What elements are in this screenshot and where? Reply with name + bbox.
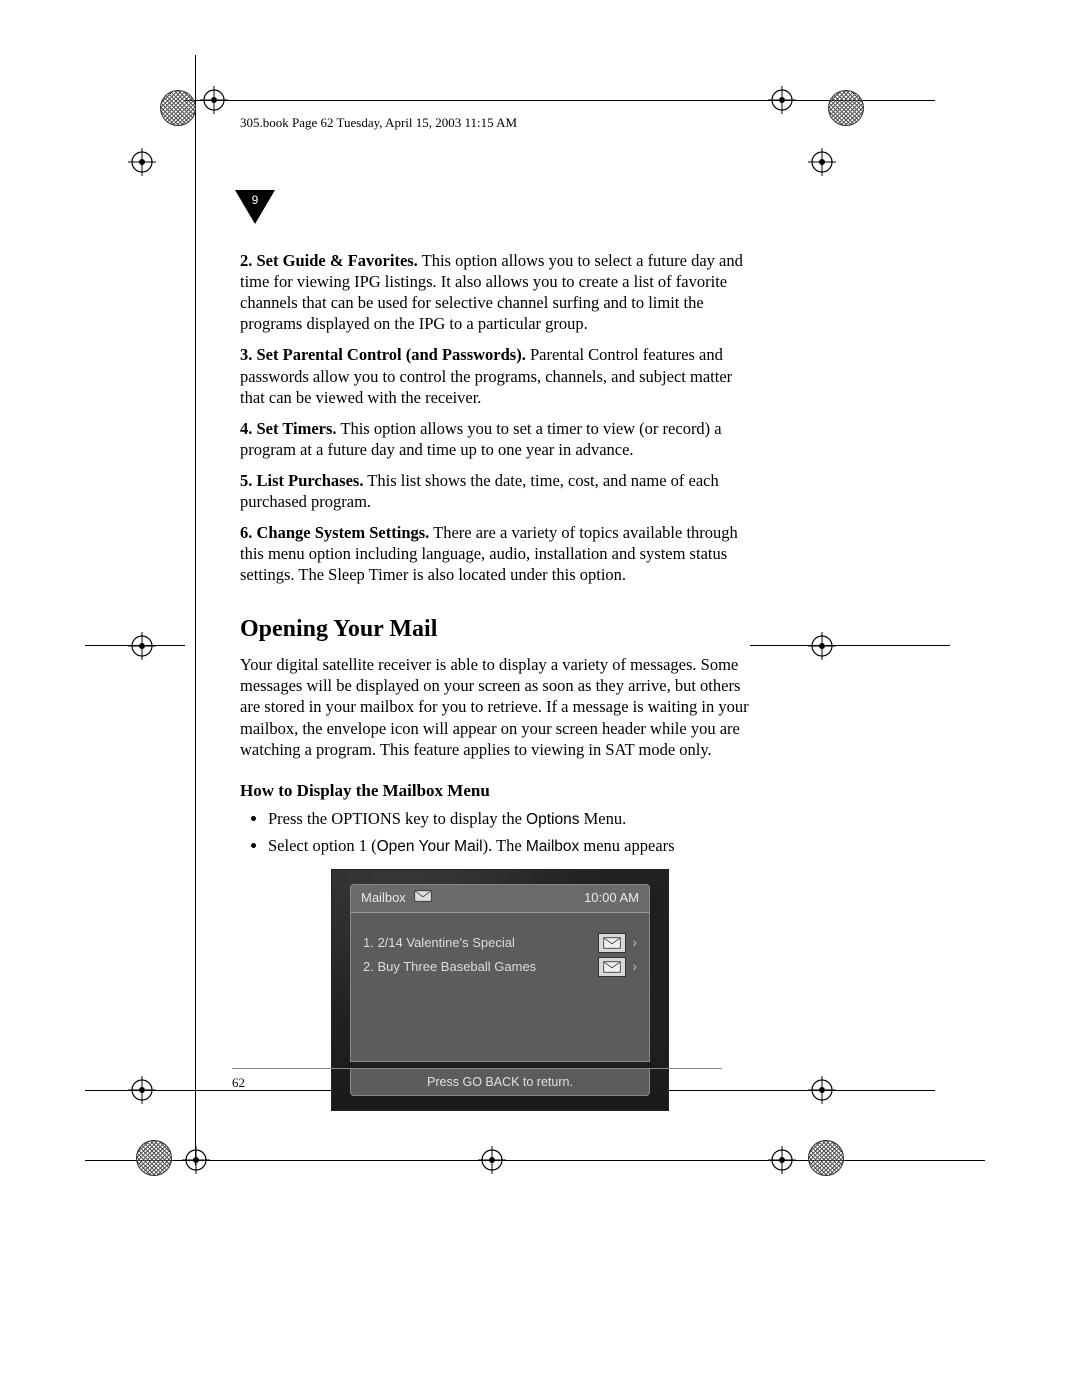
chevron-right-icon: › bbox=[632, 958, 637, 976]
crop-line bbox=[185, 100, 935, 101]
option-item: 6. Change System Settings. There are a v… bbox=[240, 522, 760, 585]
hatched-circle-icon bbox=[828, 90, 864, 126]
mailbox-row: 1. 2/14 Valentine's Special › bbox=[363, 931, 637, 955]
envelope-icon bbox=[414, 890, 432, 907]
chapter-number: 9 bbox=[235, 193, 275, 207]
mailbox-header: Mailbox 10:00 AM bbox=[350, 884, 650, 912]
registration-mark-icon bbox=[808, 632, 836, 660]
subsection-heading: How to Display the Mailbox Menu bbox=[240, 780, 760, 802]
chapter-marker: 9 bbox=[235, 190, 275, 230]
crop-line bbox=[85, 1160, 985, 1161]
hatched-circle-icon bbox=[160, 90, 196, 126]
registration-mark-icon bbox=[768, 86, 796, 114]
envelope-icon bbox=[598, 957, 626, 977]
registration-mark-icon bbox=[128, 632, 156, 660]
section-heading: Opening Your Mail bbox=[240, 614, 760, 645]
registration-mark-icon bbox=[768, 1146, 796, 1174]
crop-line bbox=[750, 645, 950, 646]
hatched-circle-icon bbox=[136, 1140, 172, 1176]
option-item: 3. Set Parental Control (and Passwords).… bbox=[240, 344, 760, 407]
mailbox-screenshot: Mailbox 10:00 AM 1. 2/14 Valentine's Spe… bbox=[331, 869, 669, 1111]
registration-mark-icon bbox=[478, 1146, 506, 1174]
section-intro: Your digital satellite receiver is able … bbox=[240, 654, 760, 760]
registration-mark-icon bbox=[808, 1076, 836, 1104]
hatched-circle-icon bbox=[808, 1140, 844, 1176]
page-content: 2. Set Guide & Favorites. This option al… bbox=[240, 250, 760, 1111]
registration-mark-icon bbox=[200, 86, 228, 114]
envelope-icon bbox=[598, 933, 626, 953]
registration-mark-icon bbox=[128, 1076, 156, 1104]
registration-mark-icon bbox=[182, 1146, 210, 1174]
list-item: Press the OPTIONS key to display the Opt… bbox=[268, 808, 760, 830]
option-item: 5. List Purchases. This list shows the d… bbox=[240, 470, 760, 512]
mailbox-time: 10:00 AM bbox=[584, 890, 639, 907]
registration-mark-icon bbox=[128, 148, 156, 176]
registration-mark-icon bbox=[808, 148, 836, 176]
mailbox-row: 2. Buy Three Baseball Games › bbox=[363, 955, 637, 979]
option-item: 4. Set Timers. This option allows you to… bbox=[240, 418, 760, 460]
howto-list: Press the OPTIONS key to display the Opt… bbox=[240, 808, 760, 858]
mailbox-footer: Press GO BACK to return. bbox=[350, 1068, 650, 1096]
option-item: 2. Set Guide & Favorites. This option al… bbox=[240, 250, 760, 334]
page-number: 62 bbox=[232, 1075, 245, 1091]
mailbox-title: Mailbox bbox=[361, 890, 406, 907]
running-header: 305.book Page 62 Tuesday, April 15, 2003… bbox=[240, 115, 517, 131]
footer-rule bbox=[232, 1068, 722, 1069]
crop-line-vertical bbox=[195, 55, 196, 1165]
list-item: Select option 1 (Open Your Mail). The Ma… bbox=[268, 835, 760, 857]
mailbox-body: 1. 2/14 Valentine's Special › 2. Buy Thr… bbox=[350, 912, 650, 1062]
chevron-right-icon: › bbox=[632, 934, 637, 952]
